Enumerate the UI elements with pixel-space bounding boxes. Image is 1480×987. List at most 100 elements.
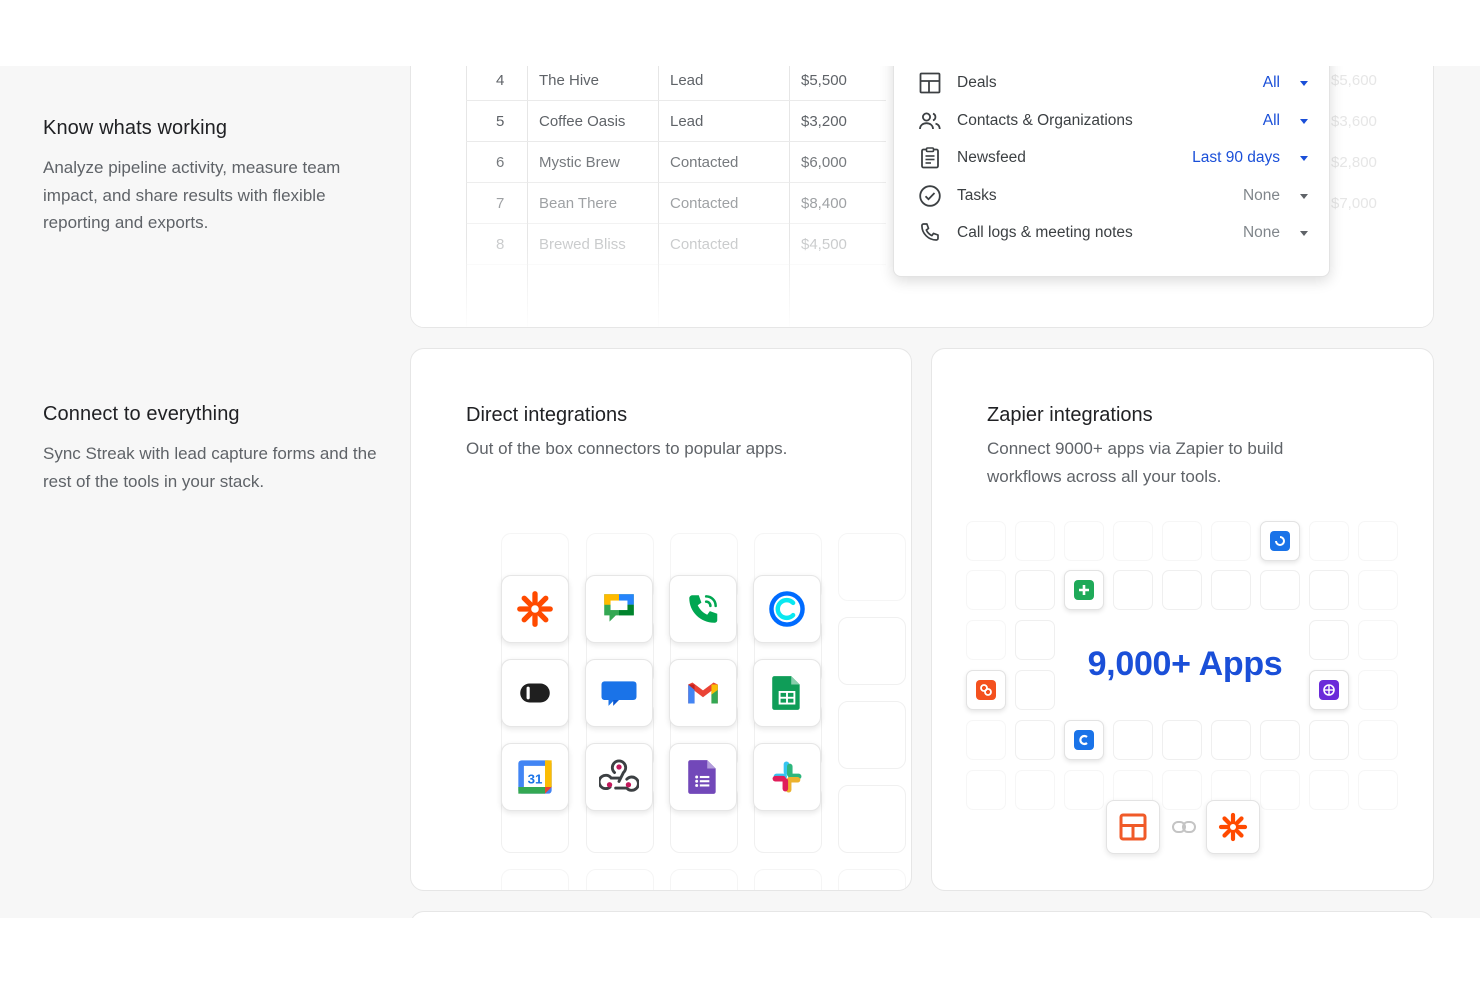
- placeholder-tile: [1358, 720, 1398, 760]
- zapier-logo-tile: [1206, 800, 1260, 854]
- ghost-value: $5,600: [1331, 72, 1377, 89]
- next-card-edge: [410, 911, 1434, 918]
- intercom-icon: [516, 674, 554, 712]
- deal-value: $8,400: [801, 195, 847, 212]
- chevron-down-icon[interactable]: [1300, 119, 1308, 124]
- deal-value: $6,000: [801, 154, 847, 171]
- placeholder-tile: [1358, 670, 1398, 710]
- google-sheets-icon: [770, 674, 804, 712]
- google-calendar-icon: 31: [515, 757, 555, 797]
- option-value-dropdown[interactable]: Last 90 days: [1192, 149, 1280, 167]
- gmail-app-tile: [669, 659, 737, 727]
- placeholder-tile: [1015, 521, 1055, 561]
- placeholder-tile: [1015, 770, 1055, 810]
- option-value-dropdown[interactable]: All: [1263, 112, 1280, 130]
- bottom-bar: [0, 918, 1480, 987]
- chevron-down-icon[interactable]: [1300, 81, 1308, 86]
- blue-c-app-tile: [1064, 720, 1104, 760]
- placeholder-tile: [1113, 570, 1153, 610]
- placeholder-tile: [1015, 570, 1055, 610]
- slack-icon: [767, 757, 807, 797]
- webhooks-icon: [599, 757, 639, 797]
- top-bar: [0, 0, 1480, 66]
- features-section: Know whats working Analyze pipeline acti…: [0, 66, 1480, 918]
- placeholder-tile: [1015, 620, 1055, 660]
- placeholder-tile: [838, 785, 906, 853]
- section-title: Know whats working: [43, 117, 228, 139]
- chevron-down-icon[interactable]: [1300, 231, 1308, 236]
- zapier-app-tile: [501, 575, 569, 643]
- placeholder-tile: [1358, 770, 1398, 810]
- section-description: Analyze pipeline activity, measure team …: [43, 158, 341, 232]
- row-number: 4: [496, 72, 505, 89]
- google-messages-icon: [598, 672, 640, 714]
- placeholder-tile: [1309, 570, 1349, 610]
- placeholder-tile: [1113, 521, 1153, 561]
- option-value-dropdown[interactable]: None: [1243, 224, 1280, 242]
- ghost-value: $3,600: [1331, 113, 1377, 130]
- chevron-down-icon[interactable]: [1300, 194, 1308, 199]
- placeholder-tile: [1309, 770, 1349, 810]
- section-integrations: Connect to everything Sync Streak with l…: [43, 403, 383, 495]
- card-description: Connect 9000+ apps via Zapier to build w…: [987, 439, 1284, 486]
- deal-value: $3,200: [801, 113, 847, 130]
- blue-c-app-icon: [1073, 729, 1095, 751]
- placeholder-tile: [966, 770, 1006, 810]
- table-row: 6 Mystic Brew Contacted $6,000: [466, 142, 886, 183]
- export-option-contacts-organizations: Contacts & Organizations All: [918, 106, 1308, 136]
- reporting-card: 3Perk & PourLead$4,8004The HiveLead$5,50…: [410, 66, 1434, 328]
- calendly-icon: [767, 589, 807, 629]
- row-number: 8: [496, 236, 505, 253]
- export-option-call-logs-meeting-notes: Call logs & meeting notes None: [918, 218, 1308, 248]
- google-sheets-app-tile: [753, 659, 821, 727]
- green-plus-app-tile: [1064, 570, 1104, 610]
- placeholder-tile: [501, 869, 569, 890]
- tasks-check-icon: [918, 184, 942, 208]
- ghost-value: $7,000: [1331, 195, 1377, 212]
- placeholder-tile: [838, 617, 906, 685]
- placeholder-tile: [1309, 620, 1349, 660]
- placeholder-tile: [1309, 720, 1349, 760]
- placeholder-tile: [1064, 521, 1104, 561]
- deal-stage: Lead: [670, 113, 704, 130]
- deals-board-icon: [918, 71, 942, 95]
- table-row: 8 Brewed Bliss Contacted $4,500: [466, 224, 886, 265]
- zapier-icon: [516, 590, 554, 628]
- google-calendar-app-tile: 31: [501, 743, 569, 811]
- google-messages-app-tile: [585, 659, 653, 727]
- placeholder-tile: [754, 869, 822, 890]
- deal-value: $4,500: [801, 236, 847, 253]
- intercom-app-tile: [501, 659, 569, 727]
- streak-logo-tile: [1106, 800, 1160, 854]
- placeholder-tile: [1211, 720, 1251, 760]
- export-option-tasks: Tasks None: [918, 181, 1308, 211]
- deal-stage: Lead: [670, 72, 704, 89]
- option-value-dropdown[interactable]: None: [1243, 187, 1280, 205]
- zapier-integrations-card: Zapier integrations Connect 9000+ apps v…: [931, 348, 1434, 891]
- aircall-phone-icon: [684, 590, 722, 628]
- link-icon: [1172, 821, 1196, 833]
- contacts-icon: [918, 109, 942, 133]
- placeholder-tile: [966, 720, 1006, 760]
- chevron-down-icon[interactable]: [1300, 156, 1308, 161]
- option-label: Tasks: [957, 187, 997, 204]
- company-name: Brewed Bliss: [539, 236, 626, 253]
- company-name: Bean There: [539, 195, 618, 212]
- card-description: Out of the box connectors to popular app…: [466, 439, 788, 458]
- deal-value: $5,500: [801, 72, 847, 89]
- placeholder-tile: [670, 869, 738, 890]
- placeholder-tile: [586, 869, 654, 890]
- option-value-dropdown[interactable]: All: [1263, 74, 1280, 92]
- section-description: Sync Streak with lead capture forms and …: [43, 444, 377, 491]
- purple-globe-app-icon: [1318, 679, 1340, 701]
- aircall-phone-app-tile: [669, 575, 737, 643]
- placeholder-tile: [1162, 570, 1202, 610]
- orange-app-icon: [975, 679, 997, 701]
- company-name: Mystic Brew: [539, 154, 620, 171]
- deal-stage: Contacted: [670, 195, 739, 212]
- deal-stage: Contacted: [670, 154, 739, 171]
- placeholder-tile: [1113, 720, 1153, 760]
- table-row: 4 The Hive Lead $5,500: [466, 66, 886, 101]
- placeholder-tile: [966, 620, 1006, 660]
- google-forms-app-tile: [669, 743, 737, 811]
